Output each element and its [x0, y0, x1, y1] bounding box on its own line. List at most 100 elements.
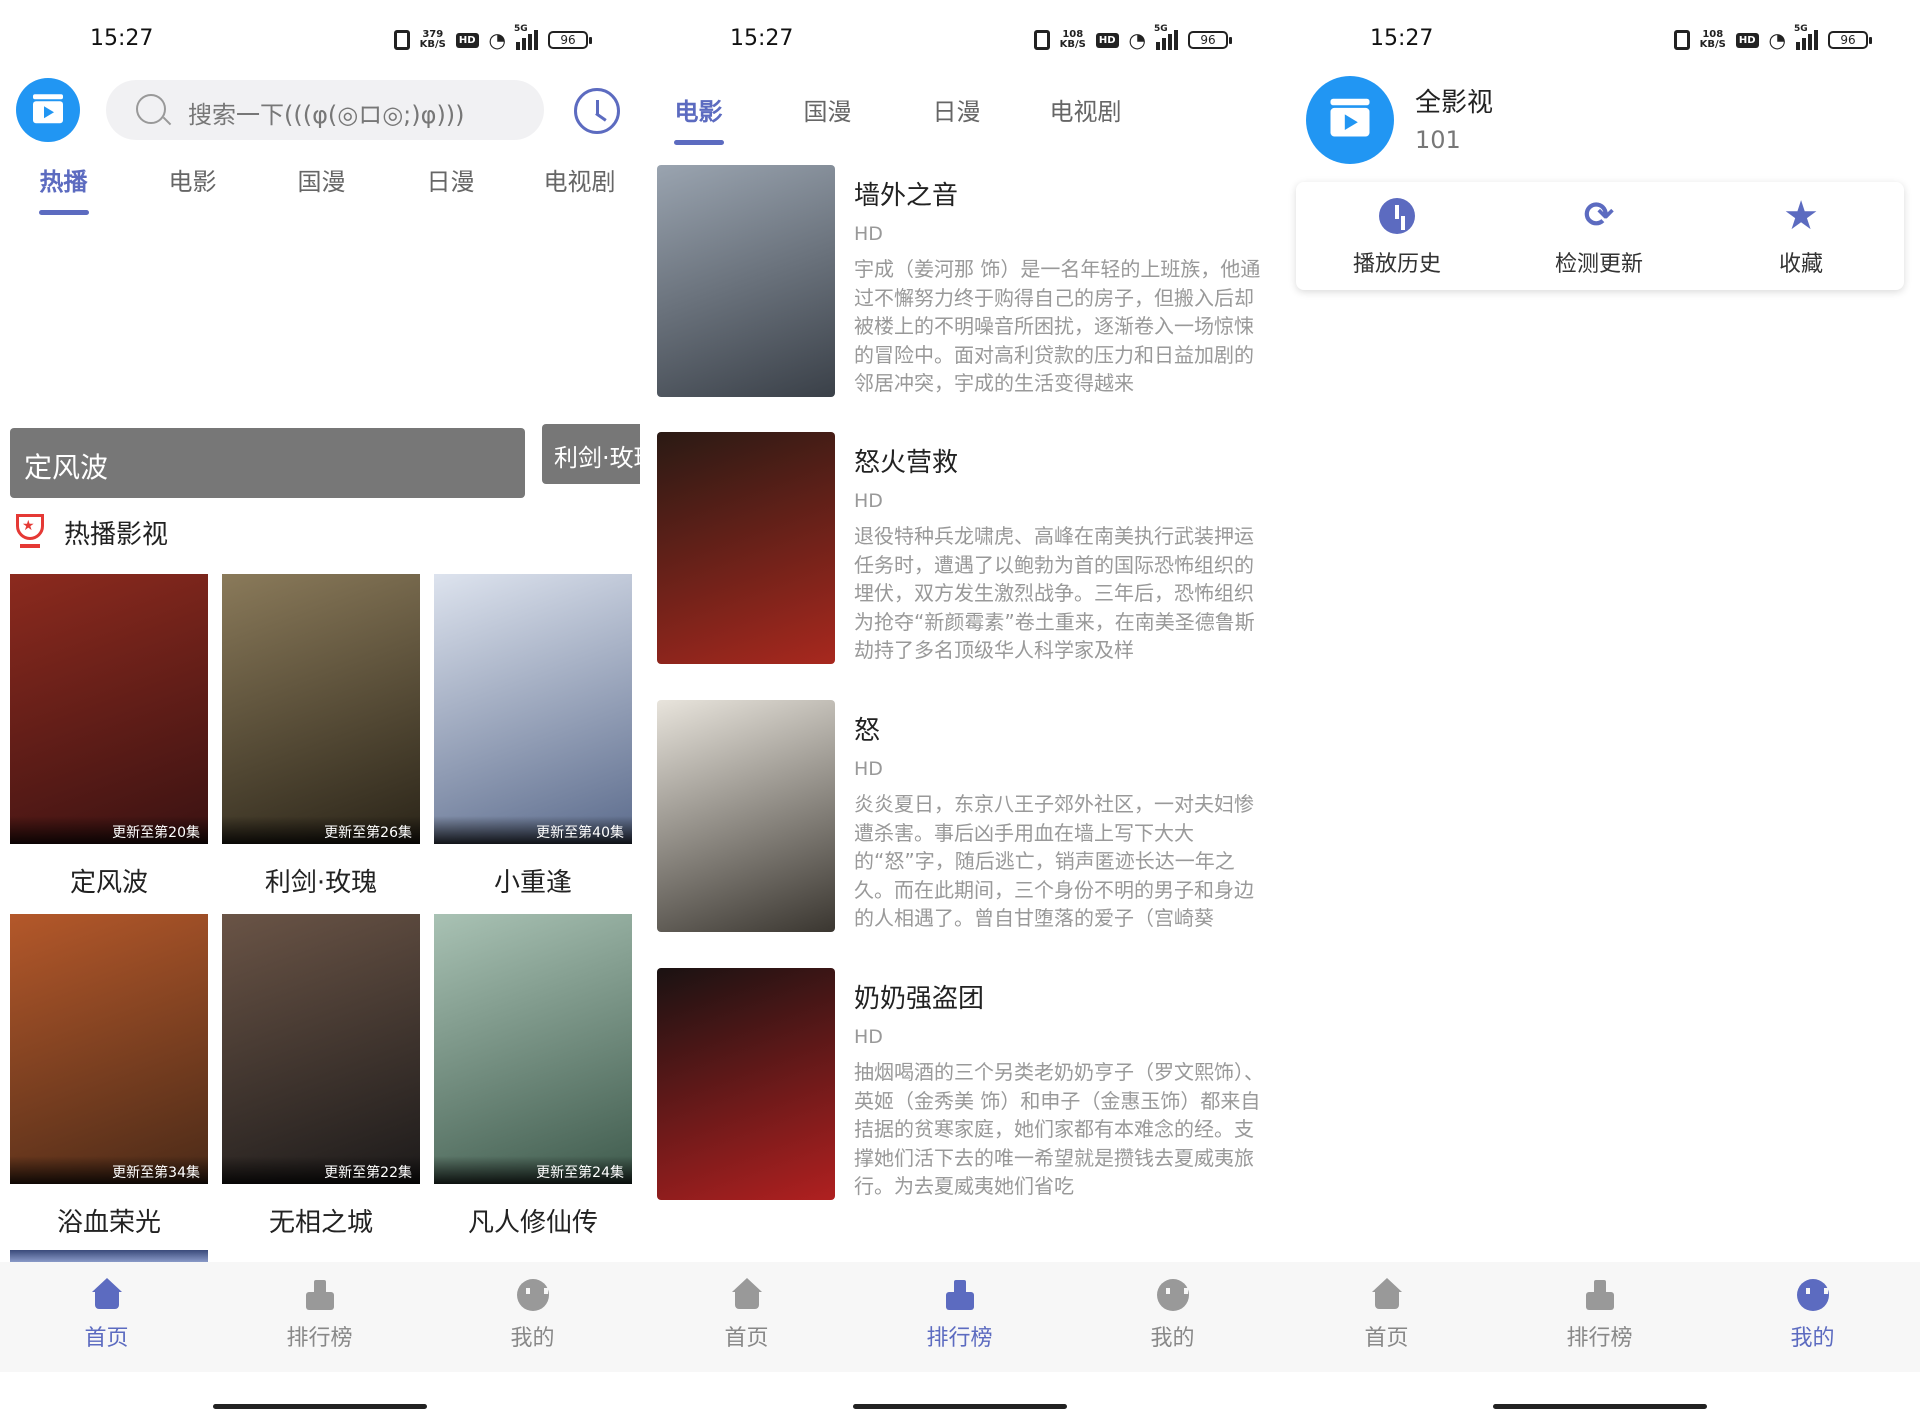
nav-home[interactable]: 首页 [1280, 1262, 1493, 1372]
poster-image: 更新至第24集 [434, 914, 632, 1184]
episode-badge: 更新至第40集 [434, 816, 632, 844]
tab-movie[interactable]: 电影 [640, 92, 763, 145]
signal-icon: 5G [1794, 24, 1818, 50]
battery-icon: 96 [1188, 31, 1232, 49]
banner-slide[interactable]: 定风波 [10, 428, 525, 498]
poster-card[interactable]: 更新至第40集 小重逢 [434, 574, 632, 899]
nav-me[interactable]: 我的 [1066, 1262, 1279, 1372]
podium-icon [303, 1278, 337, 1312]
poster-title: 定风波 [69, 868, 148, 898]
network-speed: 108 KB/S [1699, 29, 1726, 50]
tab-guoman[interactable]: 国漫 [257, 162, 386, 197]
bottom-nav: 首页 排行榜 我的 [1280, 1262, 1920, 1372]
status-time: 15:27 [730, 26, 794, 51]
play-history-button[interactable]: 播放历史 [1296, 182, 1498, 290]
network-speed: 108 KB/S [1059, 29, 1086, 50]
poster-card[interactable]: 更新至第24集 凡人修仙传 [434, 914, 632, 1239]
app-version: 101 [1415, 126, 1461, 154]
tab-riman[interactable]: 日漫 [386, 162, 515, 197]
episode-badge: 更新至第24集 [434, 1156, 632, 1184]
nav-rank[interactable]: 排行榜 [213, 1262, 426, 1372]
home-icon [730, 1278, 764, 1312]
movie-title: 墙外之音 [854, 181, 959, 211]
home-icon [90, 1278, 124, 1312]
status-bar: 15:27 108 KB/S HD ◔ 5G 96 [640, 20, 1280, 60]
podium-icon [943, 1278, 977, 1312]
search-icon [136, 94, 166, 124]
movie-title: 怒火营救 [854, 448, 959, 478]
clock-icon [1377, 196, 1417, 236]
status-bar: 15:27 379 KB/S HD ◔ 5G 96 [0, 20, 640, 60]
hd-icon: HD [1735, 32, 1759, 48]
movie-description: 退役特种兵龙啸虎、高峰在南美执行武装押运任务时，遭遇了以鲍勃为首的国际恐怖组织的… [854, 524, 1255, 662]
movie-thumbnail [657, 700, 835, 932]
tab-tv[interactable]: 电视剧 [515, 162, 640, 197]
section-header: ★ 热播影视 [10, 512, 168, 552]
tab-guoman[interactable]: 国漫 [763, 92, 892, 127]
nav-me[interactable]: 我的 [1706, 1262, 1919, 1372]
history-clock-icon[interactable] [574, 88, 620, 134]
app-name: 全影视 [1415, 88, 1494, 118]
app-logo [1306, 76, 1394, 164]
vibrate-icon [1033, 30, 1050, 50]
movie-row[interactable]: 奶奶强盗团 HD 抽烟喝酒的三个另类老奶奶亨子（罗文熙饰）、英姬（金秀美 饰）和申子… [657, 968, 1267, 1200]
rank-tabs: 电影 国漫 日漫 电视剧 [640, 92, 1150, 145]
poster-title: 小重逢 [493, 868, 572, 898]
poster-image: 更新至第34集 [10, 914, 208, 1184]
poster-title: 利剑·玫瑰 [264, 868, 378, 898]
poster-image: 更新至第22集 [222, 914, 420, 1184]
wifi-icon: ◔ [488, 28, 506, 52]
nav-me[interactable]: 我的 [426, 1262, 639, 1372]
movie-row[interactable]: 墙外之音 HD 宇成（姜河那 饰）是一名年轻的上班族，他通过不懈努力终于购得自己的房… [657, 165, 1267, 397]
clapper-icon [1330, 98, 1370, 137]
movie-description: 抽烟喝酒的三个另类老奶奶亨子（罗文熙饰）、英姬（金秀美 饰）和申子（金惠玉饰）都… [854, 1060, 1264, 1198]
episode-badge: 更新至第26集 [222, 816, 420, 844]
partial-poster [10, 1250, 208, 1262]
hd-icon: HD [455, 32, 479, 48]
check-update-button[interactable]: ⟳ 检测更新 [1498, 182, 1700, 290]
tab-riman[interactable]: 日漫 [892, 92, 1021, 127]
face-icon [1796, 1278, 1830, 1312]
poster-card[interactable]: 更新至第20集 定风波 [10, 574, 208, 899]
status-bar: 15:27 108 KB/S HD ◔ 5G 96 [1280, 20, 1920, 60]
signal-icon: 5G [1154, 24, 1178, 50]
app-logo[interactable] [16, 78, 80, 142]
movie-row[interactable]: 怒火营救 HD 退役特种兵龙啸虎、高峰在南美执行武装押运任务时，遭遇了以鲍勃为首的国… [657, 432, 1267, 664]
banner-next-slide[interactable]: 利剑·玫瑰 [542, 424, 640, 484]
search-placeholder: 搜索一下(((φ(◎ロ◎;)φ))) [188, 101, 465, 129]
poster-card[interactable]: 更新至第26集 利剑·玫瑰 [222, 574, 420, 899]
quick-actions: 播放历史 ⟳ 检测更新 ★ 收藏 [1296, 182, 1904, 290]
episode-badge: 更新至第34集 [10, 1156, 208, 1184]
movie-row[interactable]: 怒 HD 炎炎夏日，东京八王子郊外社区，一对夫妇惨遭杀害。事后凶手用血在墙上写下大大… [657, 700, 1267, 932]
search-input[interactable]: 搜索一下(((φ(◎ロ◎;)φ))) [106, 80, 544, 140]
tab-movie[interactable]: 电影 [128, 162, 257, 197]
section-title: 热播影视 [64, 519, 169, 550]
episode-badge: 更新至第20集 [10, 816, 208, 844]
nav-rank[interactable]: 排行榜 [1493, 1262, 1706, 1372]
nav-home[interactable]: 首页 [640, 1262, 853, 1372]
movie-quality: HD [854, 223, 883, 245]
home-indicator [1493, 1404, 1707, 1409]
favorites-button[interactable]: ★ 收藏 [1700, 182, 1902, 290]
refresh-icon: ⟳ [1583, 195, 1615, 236]
movie-title: 奶奶强盗团 [854, 984, 985, 1014]
poster-card[interactable]: 更新至第22集无相之城 [222, 914, 420, 1239]
nav-home[interactable]: 首页 [0, 1262, 213, 1372]
poster-title: 凡人修仙传 [467, 1208, 598, 1238]
home-indicator [213, 1404, 427, 1409]
movie-thumbnail [657, 968, 835, 1200]
home-icon [1370, 1278, 1404, 1312]
status-time: 15:27 [90, 26, 154, 51]
movie-quality: HD [854, 490, 883, 512]
poster-title: 无相之城 [268, 1208, 373, 1238]
tab-hot[interactable]: 热播 [0, 162, 128, 215]
rank-screen: 15:27 108 KB/S HD ◔ 5G 96 电影 国漫 日漫 电视剧 墙外… [640, 0, 1280, 1423]
poster-card[interactable]: 更新至第34集 浴血荣光 [10, 914, 208, 1239]
network-speed: 379 KB/S [419, 29, 446, 50]
tab-tv[interactable]: 电视剧 [1021, 92, 1150, 127]
nav-rank[interactable]: 排行榜 [853, 1262, 1066, 1372]
vibrate-icon [1673, 30, 1690, 50]
home-indicator [853, 1404, 1067, 1409]
movie-title: 怒 [854, 716, 881, 746]
vibrate-icon [393, 30, 410, 50]
